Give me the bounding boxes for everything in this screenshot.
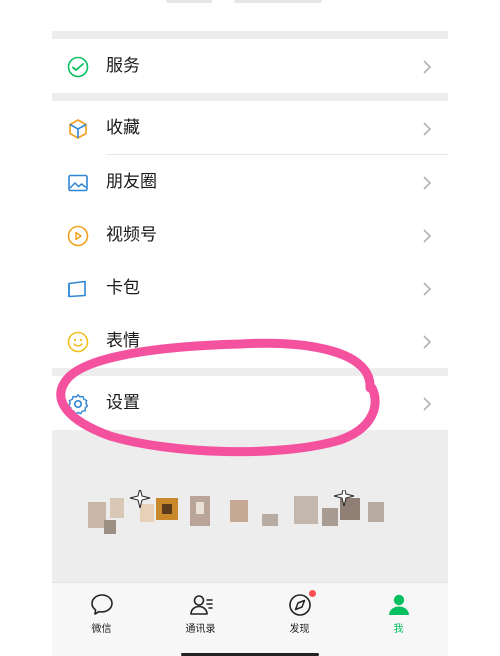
blurred-sticker-strip: [82, 485, 402, 544]
tab-label: 通讯录: [185, 624, 216, 635]
chat-bubble-icon: [89, 592, 115, 618]
menu-item-label: 表情: [106, 331, 140, 351]
menu-item-label: 视频号: [106, 225, 157, 245]
notification-dot: [309, 590, 316, 597]
menu-item-service[interactable]: 服务: [52, 39, 448, 93]
profile-area-bottom: [52, 0, 448, 31]
gear-icon: [66, 392, 90, 416]
tab-label: 发现: [289, 624, 310, 635]
menu-item-moments[interactable]: 朋友圈: [52, 155, 448, 209]
tab-contacts[interactable]: 通讯录: [151, 583, 250, 656]
card-wallet-icon: [66, 277, 90, 301]
menu-item-label: 朋友圈: [106, 172, 157, 192]
wechat-me-screen: 服务 收藏 朋友圈 视频号 卡包 表情 设置 微信 通讯录 发现 我: [52, 0, 448, 656]
menu-item-label: 服务: [106, 56, 140, 76]
chevron-right-icon: [422, 228, 432, 244]
moments-image-icon: [66, 171, 90, 195]
menu-item-label: 卡包: [106, 278, 140, 298]
sticker-smile-icon: [66, 330, 90, 354]
menu-item-stickers[interactable]: 表情: [52, 314, 448, 368]
chevron-right-icon: [422, 59, 432, 75]
menu-item-label: 收藏: [106, 118, 140, 138]
menu-item-settings[interactable]: 设置: [52, 376, 448, 430]
favorites-cube-icon: [66, 117, 90, 141]
chevron-right-icon: [422, 396, 432, 412]
menu-item-favorites[interactable]: 收藏: [52, 101, 448, 155]
tab-label: 我: [393, 624, 404, 635]
chevron-right-icon: [422, 334, 432, 350]
status-button-edge[interactable]: [234, 0, 322, 3]
wechat-pay-icon: [66, 55, 90, 79]
chevron-right-icon: [422, 121, 432, 137]
tab-chats[interactable]: 微信: [52, 583, 151, 656]
person-icon: [386, 592, 412, 618]
menu-item-card-wallet[interactable]: 卡包: [52, 261, 448, 315]
menu-item-label: 设置: [106, 393, 140, 413]
tab-label: 微信: [91, 624, 112, 635]
contacts-icon: [188, 592, 214, 618]
bottom-tab-bar: 微信 通讯录 发现 我: [52, 582, 448, 656]
tab-me[interactable]: 我: [349, 583, 448, 656]
channels-play-icon: [66, 224, 90, 248]
chevron-right-icon: [422, 281, 432, 297]
profile-button-edge[interactable]: [166, 0, 212, 3]
tab-discover[interactable]: 发现: [250, 583, 349, 656]
chevron-right-icon: [422, 175, 432, 191]
menu-item-channels[interactable]: 视频号: [52, 208, 448, 262]
